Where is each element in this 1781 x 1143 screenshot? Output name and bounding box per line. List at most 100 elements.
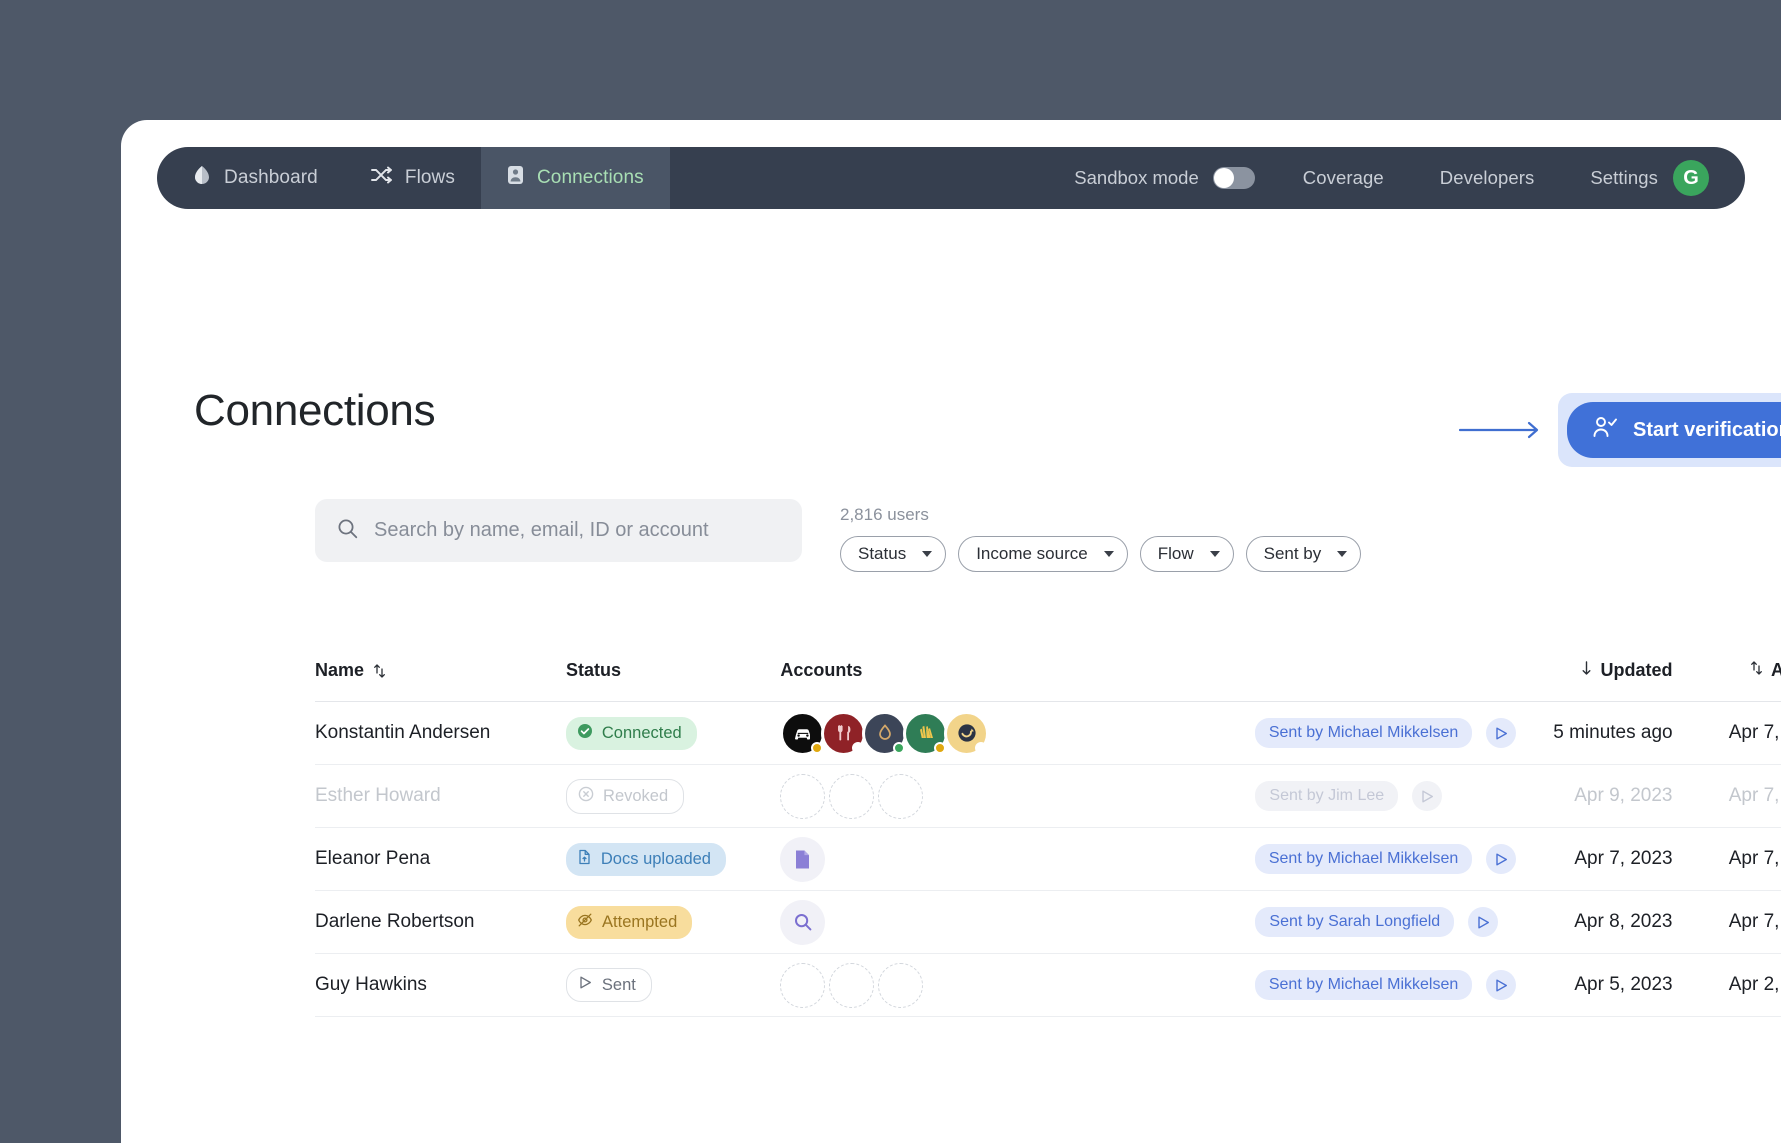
- account-swoosh-icon[interactable]: [944, 711, 989, 756]
- cell-updated: Apr 8, 2023: [1516, 911, 1672, 933]
- cell-status: Sent: [566, 968, 780, 1002]
- search-icon: [337, 518, 358, 544]
- status-badge-label: Connected: [602, 724, 682, 743]
- sort-both-icon: [1750, 660, 1763, 681]
- account-status-dot: [893, 742, 905, 754]
- paper-plane-icon[interactable]: [1468, 907, 1498, 937]
- account-placeholder: [878, 963, 923, 1008]
- chevron-down-icon: [1104, 551, 1114, 557]
- nav-item-flows[interactable]: Flows: [344, 147, 481, 209]
- table-row[interactable]: Konstantin Andersen Connected: [315, 702, 1781, 765]
- nav-link-coverage[interactable]: Coverage: [1275, 167, 1412, 189]
- nav-link-developers[interactable]: Developers: [1412, 167, 1563, 189]
- filter-status[interactable]: Status: [840, 536, 946, 572]
- cell-sent-by: Sent by Michael Mikkelsen: [1255, 718, 1516, 748]
- account-status-dot: [975, 742, 987, 754]
- search-input[interactable]: [374, 519, 780, 542]
- account-document-icon[interactable]: [780, 837, 825, 882]
- paper-plane-icon: [578, 975, 593, 995]
- filter-bar: 2,816 users Status Income source Flow Se…: [840, 505, 1361, 572]
- account-fan-icon[interactable]: [903, 711, 948, 756]
- cell-status: Attempted: [566, 906, 780, 939]
- account-magnifier-icon[interactable]: [780, 900, 825, 945]
- sort-desc-icon: [1580, 660, 1593, 681]
- file-upload-icon: [577, 849, 592, 870]
- paper-plane-icon[interactable]: [1486, 970, 1516, 1000]
- sandbox-mode-control[interactable]: Sandbox mode: [1074, 167, 1274, 189]
- sent-by-chip: Sent by Michael Mikkelsen: [1255, 970, 1472, 1000]
- account-status-dot: [811, 742, 823, 754]
- nav-item-dashboard-label: Dashboard: [224, 167, 318, 189]
- sandbox-mode-toggle[interactable]: [1213, 167, 1255, 189]
- account-logo-group: [780, 711, 1255, 756]
- x-circle-icon: [578, 786, 594, 807]
- cell-accounts: [780, 900, 1255, 945]
- cell-accounts: [780, 774, 1255, 819]
- screenshot-root: Dashboard Flows Connections S: [0, 0, 1781, 1143]
- account-logo-group: [780, 837, 1255, 882]
- nav-secondary-items: Sandbox mode Coverage Developers Setting…: [1074, 147, 1745, 209]
- column-header-accounts: Accounts: [780, 660, 1255, 681]
- account-placeholder-group: [780, 963, 1255, 1008]
- cell-accounts: [780, 711, 1255, 756]
- filter-income-source-label: Income source: [976, 544, 1088, 564]
- table-row[interactable]: Guy Hawkins Sent: [315, 954, 1781, 1017]
- cell-status: Docs uploaded: [566, 843, 780, 876]
- status-badge: Revoked: [566, 779, 684, 814]
- filter-income-source[interactable]: Income source: [958, 536, 1128, 572]
- account-car-icon[interactable]: [780, 711, 825, 756]
- nav-item-connections[interactable]: Connections: [481, 147, 670, 209]
- table-row[interactable]: Darlene Robertson Attempted: [315, 891, 1781, 954]
- cell-updated: 5 minutes ago: [1516, 722, 1672, 744]
- sort-both-icon: [373, 663, 386, 679]
- chevron-down-icon: [1210, 551, 1220, 557]
- table-header-row: Name Status Accounts Updated: [315, 640, 1781, 702]
- paper-plane-icon[interactable]: [1486, 718, 1516, 748]
- search-bar[interactable]: [315, 499, 802, 562]
- cell-accounts: [780, 837, 1255, 882]
- status-badge: Sent: [566, 968, 652, 1002]
- nav-item-connections-label: Connections: [537, 167, 644, 189]
- account-fork-knife-icon[interactable]: [821, 711, 866, 756]
- sent-by-chip: Sent by Michael Mikkelsen: [1255, 718, 1472, 748]
- filter-pill-row: Status Income source Flow Sent by: [840, 536, 1361, 572]
- page-title: Connections: [194, 386, 435, 436]
- sent-by-chip: Sent by Jim Lee: [1255, 781, 1398, 811]
- cell-updated: Apr 5, 2023: [1516, 974, 1672, 996]
- start-verification-group: Start verification: [1459, 393, 1781, 467]
- start-verification-label: Start verification: [1633, 419, 1781, 442]
- paper-plane-icon[interactable]: [1486, 844, 1516, 874]
- chevron-down-icon: [922, 551, 932, 557]
- status-badge-label: Revoked: [603, 787, 668, 806]
- table-row[interactable]: Esther Howard Revoked: [315, 765, 1781, 828]
- start-verification-button[interactable]: Start verification: [1567, 402, 1781, 458]
- app-card: Dashboard Flows Connections S: [121, 120, 1781, 1143]
- column-header-updated[interactable]: Updated: [1516, 660, 1672, 681]
- column-header-added[interactable]: Added: [1673, 660, 1781, 681]
- account-placeholder-group: [780, 774, 1255, 819]
- cell-sent-by: Sent by Michael Mikkelsen: [1255, 970, 1516, 1000]
- cell-updated: Apr 9, 2023: [1516, 785, 1672, 807]
- paper-plane-icon[interactable]: [1412, 781, 1442, 811]
- user-avatar[interactable]: G: [1673, 160, 1709, 196]
- account-status-dot: [934, 742, 946, 754]
- connections-table: Name Status Accounts Updated: [315, 640, 1781, 1017]
- column-header-name[interactable]: Name: [315, 660, 566, 681]
- start-verification-focus-ring: Start verification: [1558, 393, 1781, 467]
- nav-item-dashboard[interactable]: Dashboard: [157, 147, 344, 209]
- cell-added: Apr 2, 2023: [1673, 974, 1781, 996]
- account-water-drop-icon[interactable]: [862, 711, 907, 756]
- column-header-name-label: Name: [315, 660, 364, 681]
- account-placeholder: [780, 963, 825, 1008]
- cell-added: Apr 7, 2023: [1673, 722, 1781, 744]
- filter-sent-by[interactable]: Sent by: [1246, 536, 1362, 572]
- cell-added: Apr 7, 2023: [1673, 785, 1781, 807]
- top-navbar: Dashboard Flows Connections S: [157, 147, 1745, 209]
- table-row[interactable]: Eleanor Pena Docs uploaded: [315, 828, 1781, 891]
- status-badge-label: Sent: [602, 976, 636, 995]
- nav-link-settings[interactable]: Settings: [1590, 167, 1658, 189]
- filter-flow[interactable]: Flow: [1140, 536, 1234, 572]
- status-badge-label: Attempted: [602, 913, 677, 932]
- status-badge: Connected: [566, 717, 697, 750]
- user-count-label: 2,816 users: [840, 505, 1361, 525]
